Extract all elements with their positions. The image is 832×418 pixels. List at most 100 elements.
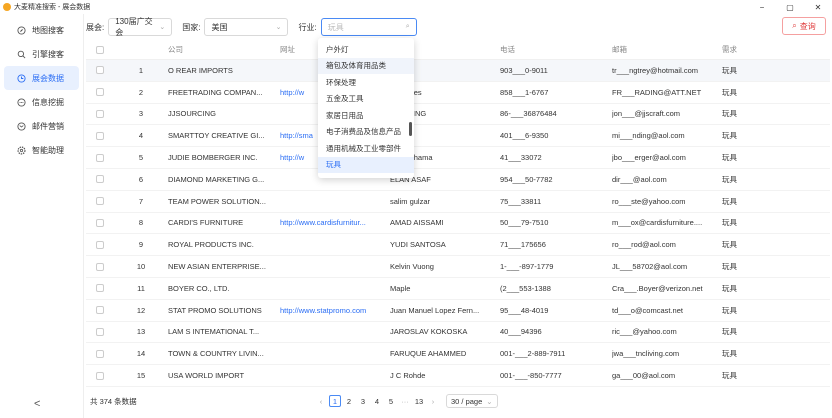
website-cell[interactable]: http://www.cardisfurnitur... <box>280 218 390 227</box>
company-cell: ROYAL PRODUCTS INC. <box>168 240 254 250</box>
page-number-button[interactable]: 2 <box>343 395 355 407</box>
dropdown-scrollbar[interactable] <box>409 122 412 136</box>
sidebar-item-engine-search[interactable]: 引擎搜客 <box>4 42 79 66</box>
table-row[interactable]: 14 TOWN & COUNTRY LIVIN... FARUQUE AHAMMED… <box>86 343 830 366</box>
phone-cell: 50___79-7510 <box>500 218 549 228</box>
maximize-button[interactable]: ▢ <box>776 0 804 14</box>
compass-icon <box>16 25 27 36</box>
country-select[interactable]: 美国 ⌄ <box>204 18 289 36</box>
sidebar-item-info-mining[interactable]: 信息挖掘 <box>4 90 79 114</box>
table-row[interactable]: 10 NEW ASIAN ENTERPRISE... Kelvin Vuong 1-_… <box>86 256 830 278</box>
row-checkbox[interactable] <box>96 197 104 206</box>
need-cell: 玩具 <box>722 109 737 119</box>
industry-select[interactable]: 玩具 ⌕ <box>320 18 417 36</box>
company-cell: CARDI'S FURNITURE <box>168 218 244 228</box>
website-cell[interactable]: http://www.statpromo.com <box>280 306 390 315</box>
row-checkbox[interactable] <box>96 66 104 75</box>
row-checkbox[interactable] <box>96 306 104 315</box>
window-controls: − ▢ ✕ <box>748 0 832 14</box>
sidebar-item-map-search[interactable]: 地图搜客 <box>4 18 79 42</box>
table-row[interactable]: 4 SMARTTOY CREATIVE GI... http://sma 401___… <box>86 125 830 148</box>
sidebar-item-label: 地图搜客 <box>32 25 64 35</box>
row-checkbox[interactable] <box>96 88 104 97</box>
table-row[interactable]: 11 BOYER CO., LTD. Maple (2___553-1388 Cra__… <box>86 278 830 300</box>
contact-name-cell: Juan Manuel Lopez Fern... <box>390 305 480 315</box>
page-number-button[interactable]: 3 <box>357 395 369 407</box>
row-number: 6 <box>138 174 144 184</box>
header-email: 邮箱 <box>612 45 627 54</box>
minimize-button[interactable]: − <box>748 0 776 14</box>
page-number-button[interactable]: 13 <box>413 395 425 407</box>
row-checkbox[interactable] <box>96 349 104 358</box>
chevron-down-icon: ⌄ <box>486 396 493 406</box>
next-page-button[interactable]: › <box>427 395 439 407</box>
sidebar-item-email-marketing[interactable]: 邮件营销 <box>4 114 79 138</box>
row-checkbox[interactable] <box>96 284 104 293</box>
table-row[interactable]: 12 STAT PROMO SOLUTIONS http://www.statpro… <box>86 300 830 322</box>
row-checkbox[interactable] <box>96 175 104 184</box>
dropdown-option[interactable]: 家居日用品 <box>318 107 414 124</box>
company-cell: BOYER CO., LTD. <box>168 283 230 293</box>
dropdown-option[interactable]: 箱包及体育用品类 <box>318 57 414 74</box>
dropdown-option[interactable]: 环保处理 <box>318 74 414 91</box>
query-button[interactable]: ⌕ 查询 <box>782 17 826 35</box>
sidebar-item-smart-assistant[interactable]: 智能助理 <box>4 138 79 162</box>
table-row[interactable]: 15 USA WORLD IMPORT J C Rohde 001-___-850-7… <box>86 365 830 387</box>
page-number-button[interactable]: 5 <box>385 395 397 407</box>
table-row[interactable]: 6 DIAMOND MARKETING G... ELAN ASAF 954___50… <box>86 169 830 191</box>
dropdown-option[interactable]: 户外灯 <box>318 41 414 58</box>
row-checkbox[interactable] <box>96 153 104 162</box>
close-button[interactable]: ✕ <box>804 0 832 14</box>
email-cell: jbo___erger@aol.com <box>612 153 686 163</box>
table-row[interactable]: 3JJSOURCINGKOK SING86-___36876484jon___@… <box>86 104 830 126</box>
table-row[interactable]: 7 TEAM POWER SOLUTION... salim gulzar 75___… <box>86 191 830 213</box>
search-icon: ⌕ <box>405 23 410 30</box>
need-cell: 玩具 <box>722 65 737 75</box>
company-cell: USA WORLD IMPORT <box>168 371 245 381</box>
page-number-button[interactable]: 1 <box>329 395 341 407</box>
table-row[interactable]: 1O REAR IMPORTSin903___0-9011tr___ngtrey… <box>86 60 830 82</box>
prev-page-button[interactable]: ‹ <box>315 395 327 407</box>
row-checkbox[interactable] <box>96 327 104 336</box>
need-cell: 玩具 <box>722 196 737 206</box>
expo-select[interactable]: 130届广交会 ⌄ <box>108 17 173 37</box>
company-cell: TEAM POWER SOLUTION... <box>168 196 266 206</box>
page-number-button[interactable]: 4 <box>371 395 383 407</box>
row-checkbox[interactable] <box>96 109 104 118</box>
phone-cell: 1-___-897-1779 <box>500 262 554 272</box>
contact-name-cell: JAROSLAV KOKOSKA <box>390 327 468 337</box>
row-checkbox[interactable] <box>96 131 104 140</box>
select-all-checkbox[interactable] <box>96 45 104 54</box>
table-row[interactable]: 9 ROYAL PRODUCTS INC. YUDI SANTOSA 71___175… <box>86 234 830 257</box>
need-cell: 玩具 <box>722 218 737 228</box>
row-number: 13 <box>136 327 146 337</box>
dropdown-option[interactable]: 电子消费品及信息产品 <box>318 124 414 141</box>
page-size-select[interactable]: 30 / page ⌄ <box>446 394 498 408</box>
page-ellipsis[interactable]: ··· <box>399 395 411 407</box>
expo-select-value: 130届广交会 <box>115 17 153 37</box>
sidebar-item-expo-data[interactable]: 展会数据 <box>4 66 79 90</box>
table-row[interactable]: 2FREETRADING COMPAN...http://wdo Galles8… <box>86 82 830 104</box>
clock-icon <box>16 73 27 84</box>
email-cell: FR___RADING@ATT.NET <box>612 87 702 97</box>
sidebar-collapse-button[interactable]: < <box>34 398 40 410</box>
row-number: 15 <box>136 371 146 381</box>
dropdown-option[interactable]: 五金及工具 <box>318 91 414 108</box>
need-cell: 玩具 <box>722 240 737 250</box>
country-select-value: 美国 <box>211 22 228 32</box>
email-cell: ga___00@aol.com <box>612 371 676 381</box>
dropdown-option[interactable]: 通用机械及工业零部件 <box>318 140 414 157</box>
row-checkbox[interactable] <box>96 240 104 249</box>
row-checkbox[interactable] <box>96 218 104 227</box>
row-checkbox[interactable] <box>96 262 104 271</box>
table-row[interactable]: 5JUDIE BOMBERGER INC.http://wo Nakahama4… <box>86 147 830 169</box>
company-cell: FREETRADING COMPAN... <box>168 87 263 97</box>
table-row[interactable]: 8 CARDI'S FURNITURE http://www.cardisfurni… <box>86 213 830 235</box>
table-row[interactable]: 13 LAM S INTEMATIONAL T... JAROSLAV KOKOSK… <box>86 322 830 344</box>
total-count: 共 374 条数据 <box>90 396 137 406</box>
row-checkbox[interactable] <box>96 371 104 380</box>
window-title: 大麦精准搜索 - 展会数据 <box>14 4 91 11</box>
row-number: 4 <box>138 131 144 141</box>
dropdown-option[interactable]: 玩具 <box>318 156 414 173</box>
contact-name-cell: AMAD AISSAMI <box>390 218 444 228</box>
